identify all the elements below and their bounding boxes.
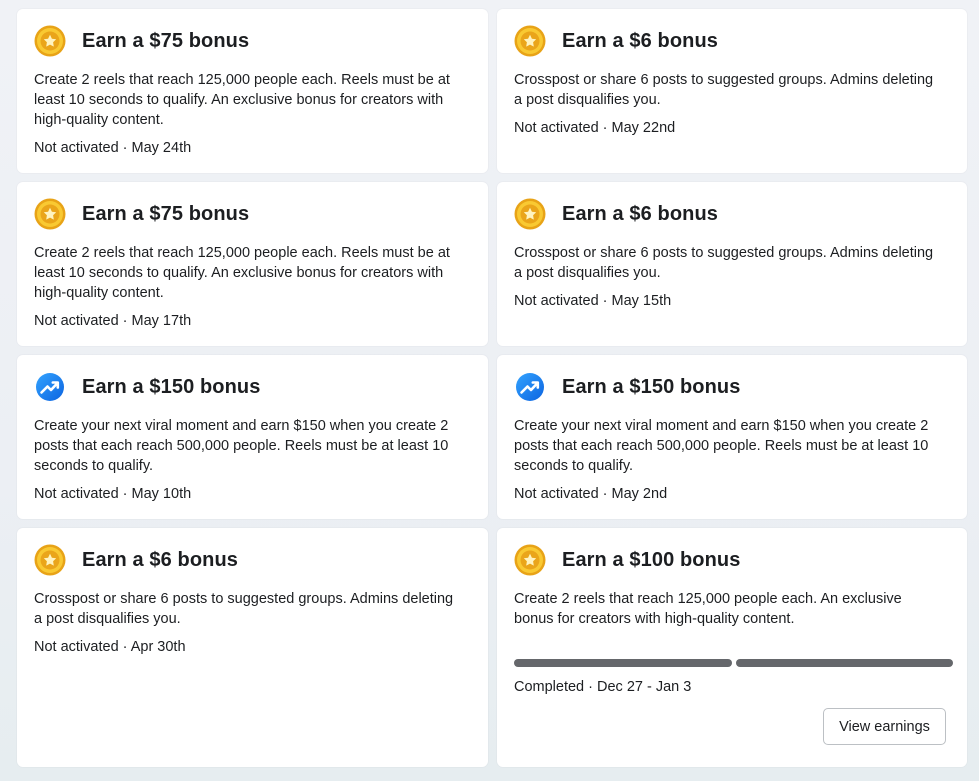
- bonus-description: Create 2 reels that reach 125,000 people…: [514, 591, 902, 627]
- bonus-description: Create 2 reels that reach 125,000 people…: [34, 72, 450, 128]
- bonus-status: Completed · Dec 27 - Jan 3: [514, 679, 692, 695]
- bonus-description: Crosspost or share 6 posts to suggested …: [34, 591, 454, 627]
- coin-star-icon: [514, 25, 546, 57]
- bonus-card[interactable]: Earn a $150 bonus Create your next viral…: [17, 355, 488, 519]
- bonus-title: Earn a $100 bonus: [562, 548, 741, 571]
- bonus-status: Not activated · May 17th: [34, 313, 192, 329]
- bonus-status: Not activated · May 2nd: [514, 486, 668, 502]
- coin-star-icon: [514, 544, 546, 576]
- bonus-status: Not activated · May 24th: [34, 140, 192, 156]
- bonus-card[interactable]: Earn a $75 bonus Create 2 reels that rea…: [17, 9, 488, 173]
- bonus-card-header: Earn a $6 bonus: [34, 544, 472, 576]
- bonus-card-header: Earn a $75 bonus: [34, 198, 472, 230]
- bonus-status: Not activated · May 15th: [514, 293, 672, 309]
- trending-up-icon: [36, 373, 64, 401]
- bonus-title: Earn a $6 bonus: [562, 29, 718, 52]
- bonus-status: Not activated · Apr 30th: [34, 639, 186, 655]
- bonus-status: Not activated · May 10th: [34, 486, 192, 502]
- bonus-card-header: Earn a $100 bonus: [514, 544, 951, 576]
- bonus-card[interactable]: Earn a $6 bonus Crosspost or share 6 pos…: [497, 9, 967, 173]
- bonus-card-header: Earn a $150 bonus: [34, 371, 472, 403]
- bonus-card[interactable]: Earn a $150 bonus Create your next viral…: [497, 355, 967, 519]
- progress-segment: [735, 659, 953, 667]
- view-earnings-button[interactable]: View earnings: [823, 708, 946, 745]
- bonus-card-header: Earn a $150 bonus: [514, 371, 951, 403]
- bonus-title: Earn a $150 bonus: [562, 375, 741, 398]
- bonus-card-header: Earn a $6 bonus: [514, 25, 951, 57]
- coin-star-icon: [34, 25, 66, 57]
- coin-star-icon: [34, 544, 66, 576]
- progress-segment: [514, 659, 732, 667]
- bonus-title: Earn a $6 bonus: [562, 202, 718, 225]
- coin-star-icon: [34, 198, 66, 230]
- trending-up-icon: [516, 373, 544, 401]
- bonus-description: Create your next viral moment and earn $…: [34, 418, 449, 474]
- bonus-title: Earn a $150 bonus: [82, 375, 261, 398]
- bonus-description: Crosspost or share 6 posts to suggested …: [514, 72, 934, 108]
- bonus-description: Create your next viral moment and earn $…: [514, 418, 929, 474]
- bonus-title: Earn a $75 bonus: [82, 202, 250, 225]
- bonus-description: Create 2 reels that reach 125,000 people…: [34, 245, 450, 301]
- bonus-title: Earn a $75 bonus: [82, 29, 250, 52]
- bonus-card-header: Earn a $75 bonus: [34, 25, 472, 57]
- bonus-title: Earn a $6 bonus: [82, 548, 238, 571]
- bonus-status: Not activated · May 22nd: [514, 120, 676, 136]
- bonus-card-completed[interactable]: Earn a $100 bonus Create 2 reels that re…: [497, 528, 967, 767]
- bonus-card-header: Earn a $6 bonus: [514, 198, 951, 230]
- bonus-grid: Earn a $75 bonus Create 2 reels that rea…: [17, 9, 967, 767]
- progress-bar: [514, 659, 953, 667]
- bonus-card[interactable]: Earn a $6 bonus Crosspost or share 6 pos…: [497, 182, 967, 346]
- bonus-card[interactable]: Earn a $6 bonus Crosspost or share 6 pos…: [17, 528, 488, 767]
- coin-star-icon: [514, 198, 546, 230]
- bonus-description: Crosspost or share 6 posts to suggested …: [514, 245, 934, 281]
- bonus-card[interactable]: Earn a $75 bonus Create 2 reels that rea…: [17, 182, 488, 346]
